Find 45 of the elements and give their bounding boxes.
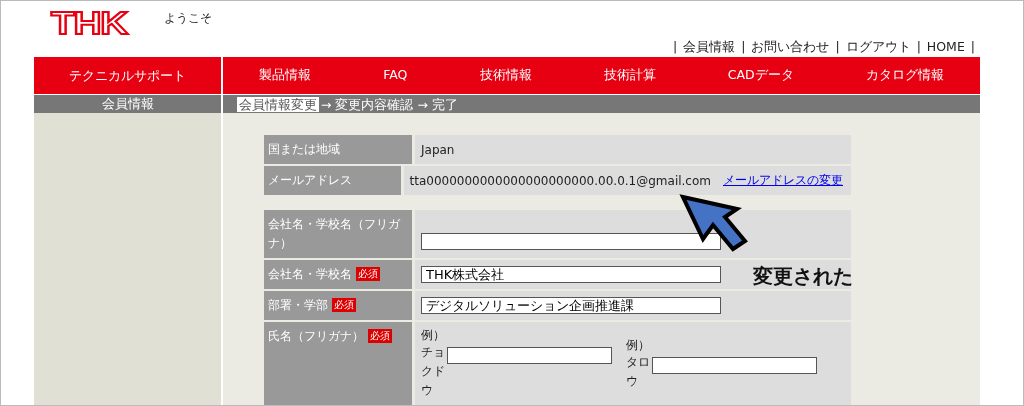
example-hint: チョクドウ <box>421 344 446 399</box>
breadcrumb-step: 完了 <box>429 96 460 112</box>
step-arrow: → <box>417 96 428 112</box>
email-value: tta0000000000000000000000.00.0.1@gmail.com <box>409 173 711 188</box>
nav-item[interactable]: 製品情報 <box>259 67 312 84</box>
field-label: 会社名・学校名 <box>268 266 352 283</box>
example-label: 例） <box>626 337 651 353</box>
field-label: 部署・学部 <box>268 297 328 314</box>
link-separator: | <box>673 39 678 56</box>
link-separator: | <box>835 39 840 56</box>
breadcrumb-step: 変更内容確認 <box>333 96 416 112</box>
header-link[interactable]: 会員情報 <box>683 39 736 56</box>
step-arrow: → <box>321 96 332 112</box>
nav-item[interactable]: CADデータ <box>727 67 794 84</box>
text-input[interactable]: デジタルソリューション企画推進課 <box>421 297 721 314</box>
header-link[interactable]: ログアウト <box>845 39 911 56</box>
name-input[interactable] <box>447 347 612 364</box>
field-label: 会社名・学校名（フリガナ） <box>268 216 401 252</box>
text-input[interactable] <box>421 232 721 250</box>
example-hint: タロウ <box>626 354 651 390</box>
header-link[interactable]: HOME <box>926 39 965 56</box>
annotation-text: 変更された <box>753 263 853 290</box>
nav-item[interactable]: 技術計算 <box>603 67 656 84</box>
nav-item[interactable]: カタログ情報 <box>865 67 944 84</box>
pointer-arrow <box>679 194 748 252</box>
required-badge: 必須 <box>356 267 380 281</box>
field-label: 国または地域 <box>268 141 340 158</box>
required-badge: 必須 <box>332 298 356 312</box>
field-label: 氏名（フリガナ） <box>268 328 364 345</box>
header-link[interactable]: お問い合わせ <box>751 39 830 56</box>
link-separator: | <box>970 39 975 56</box>
link-separator: | <box>916 39 921 56</box>
example-label: 例） <box>421 327 446 343</box>
nav-item[interactable]: 技術情報 <box>479 67 532 84</box>
field-label: メールアドレス <box>268 172 352 189</box>
link-separator: | <box>741 39 746 56</box>
text-input[interactable]: THK株式会社 <box>421 266 721 283</box>
field-value: Japan <box>421 142 455 157</box>
change-email-link[interactable]: メールアドレスの変更 <box>723 172 843 189</box>
required-badge: 必須 <box>368 329 392 343</box>
breadcrumb-step: 会員情報変更 <box>237 96 319 112</box>
nav-item[interactable]: FAQ <box>383 67 408 84</box>
welcome-text: ようこそ <box>164 10 212 27</box>
name-input[interactable] <box>652 357 817 374</box>
logo[interactable]: THK <box>51 7 127 41</box>
